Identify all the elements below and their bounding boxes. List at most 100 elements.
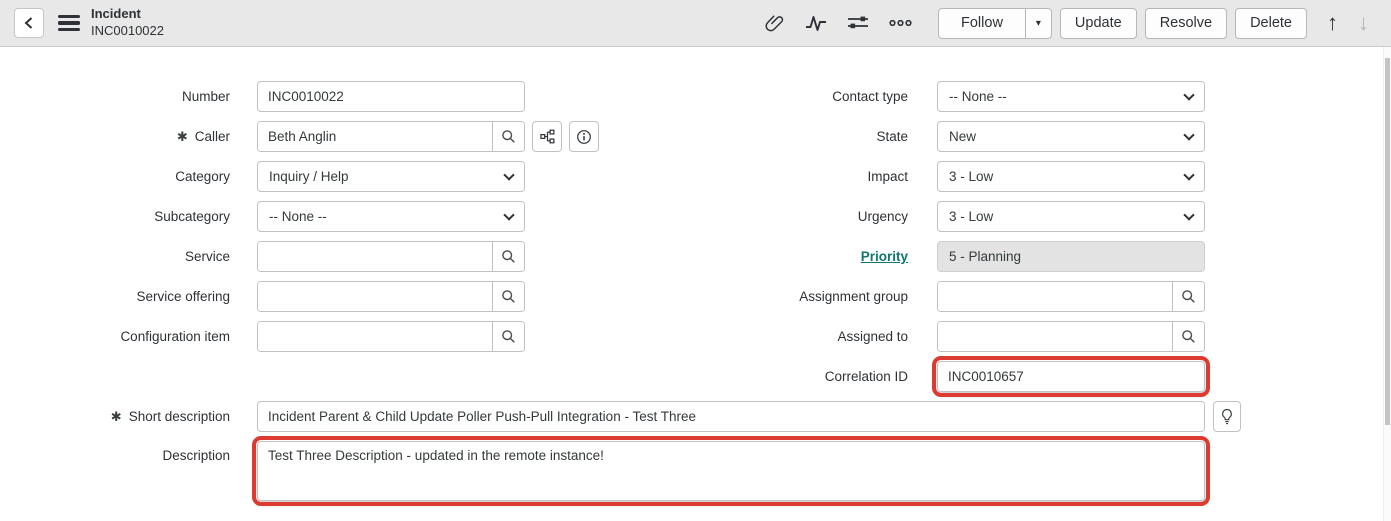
chevron-down-icon <box>503 209 514 220</box>
chevron-down-icon <box>1183 169 1194 180</box>
assigned-to-input[interactable] <box>938 322 1172 351</box>
priority-label-link[interactable]: Priority <box>861 249 908 264</box>
suggestion-button[interactable] <box>1213 401 1241 432</box>
service-offering-input[interactable] <box>258 282 492 311</box>
back-chevron-icon <box>23 16 35 30</box>
priority-readonly-field: 5 - Planning <box>937 241 1205 272</box>
record-title: Incident INC0010022 <box>91 6 164 40</box>
field-row-state: State New <box>680 121 1205 152</box>
info-icon <box>576 129 592 145</box>
service-offering-label: Service offering <box>0 289 230 304</box>
search-icon <box>501 329 516 344</box>
lightbulb-icon <box>1220 408 1234 426</box>
field-row-category: Category Inquiry / Help <box>0 161 612 192</box>
configuration-item-input[interactable] <box>258 322 492 351</box>
caller-input[interactable] <box>258 122 492 151</box>
state-label: State <box>680 129 908 144</box>
configuration-item-label: Configuration item <box>0 329 230 344</box>
hamburger-menu-icon[interactable] <box>58 15 80 32</box>
arrow-up-icon: ↑ <box>1327 10 1338 35</box>
previous-record-button[interactable]: ↑ <box>1317 12 1348 34</box>
assignment-group-input[interactable] <box>938 282 1172 311</box>
urgency-select[interactable]: 3 - Low <box>937 201 1205 232</box>
field-row-number: Number <box>0 81 612 112</box>
assignment-group-lookup-button[interactable] <box>1172 282 1204 311</box>
search-icon <box>501 249 516 264</box>
configuration-item-lookup-button[interactable] <box>492 322 524 351</box>
description-textarea-highlighted[interactable]: Test Three Description - updated in the … <box>257 441 1205 501</box>
short-description-input[interactable] <box>257 401 1205 432</box>
assignment-group-reference-field <box>937 281 1205 312</box>
field-row-correlation-id: Correlation ID <box>680 361 1205 392</box>
field-row-impact: Impact 3 - Low <box>680 161 1205 192</box>
field-row-assignment-group: Assignment group <box>680 281 1205 312</box>
configuration-item-reference-field <box>257 321 525 352</box>
correlation-id-input-highlighted[interactable] <box>937 361 1205 392</box>
required-icon: ✱ <box>111 409 122 425</box>
caret-down-icon: ▾ <box>1036 18 1041 29</box>
scrollbar-track[interactable] <box>1383 47 1391 521</box>
number-label: Number <box>0 89 230 104</box>
resolve-button[interactable]: Resolve <box>1145 8 1227 39</box>
follow-button[interactable]: Follow <box>939 9 1025 38</box>
org-chart-icon <box>540 129 555 144</box>
contact-type-label: Contact type <box>680 89 908 104</box>
incident-form-screen: Incident INC0010022 <box>0 0 1391 521</box>
chevron-down-icon <box>1183 209 1194 220</box>
chevron-down-icon <box>1183 89 1194 100</box>
caller-reference-field <box>257 121 525 152</box>
scrollbar-thumb[interactable] <box>1385 58 1390 425</box>
sliders-icon <box>846 13 870 33</box>
attachment-button[interactable] <box>755 12 795 34</box>
field-row-configuration-item: Configuration item <box>0 321 612 352</box>
search-icon <box>501 129 516 144</box>
field-row-description: Description Test Three Description - upd… <box>0 441 1391 501</box>
caller-label: ✱ Caller <box>0 129 230 145</box>
subcategory-select[interactable]: -- None -- <box>257 201 525 232</box>
service-offering-lookup-button[interactable] <box>492 282 524 311</box>
contact-type-select[interactable]: -- None -- <box>937 81 1205 112</box>
field-row-priority: Priority 5 - Planning <box>680 241 1205 272</box>
assigned-to-lookup-button[interactable] <box>1172 322 1204 351</box>
back-button[interactable] <box>14 8 44 38</box>
delete-button[interactable]: Delete <box>1235 8 1307 39</box>
number-input[interactable] <box>257 81 525 112</box>
update-button[interactable]: Update <box>1060 8 1137 39</box>
chevron-down-icon <box>1183 129 1194 140</box>
search-icon <box>1181 329 1196 344</box>
header-bar: Incident INC0010022 <box>0 0 1391 47</box>
service-lookup-button[interactable] <box>492 242 524 271</box>
field-row-assigned-to: Assigned to <box>680 321 1205 352</box>
caller-lookup-button[interactable] <box>492 122 524 151</box>
field-row-short-description: ✱ Short description <box>0 401 1391 432</box>
caller-org-chart-button[interactable] <box>532 121 562 152</box>
form-column-left: Number ✱ Caller <box>0 81 612 401</box>
urgency-label: Urgency <box>680 209 908 224</box>
short-description-label: ✱ Short description <box>0 409 230 425</box>
state-select[interactable]: New <box>937 121 1205 152</box>
field-row-service-offering: Service offering <box>0 281 612 312</box>
paperclip-icon <box>764 12 786 34</box>
impact-select[interactable]: 3 - Low <box>937 161 1205 192</box>
category-select[interactable]: Inquiry / Help <box>257 161 525 192</box>
record-number-label: INC0010022 <box>91 23 164 40</box>
next-record-button[interactable]: ↓ <box>1348 12 1379 34</box>
activity-stream-button[interactable] <box>795 13 837 33</box>
more-options-button[interactable] <box>879 18 922 28</box>
personalize-form-button[interactable] <box>837 13 879 33</box>
service-reference-field <box>257 241 525 272</box>
chevron-down-icon <box>503 169 514 180</box>
assignment-group-label: Assignment group <box>680 289 908 304</box>
assigned-to-label: Assigned to <box>680 329 908 344</box>
field-row-caller: ✱ Caller <box>0 121 612 152</box>
field-row-contact-type: Contact type -- None -- <box>680 81 1205 112</box>
follow-dropdown-button[interactable]: ▾ <box>1025 9 1051 38</box>
impact-label: Impact <box>680 169 908 184</box>
caller-preview-button[interactable] <box>569 121 599 152</box>
search-icon <box>1181 289 1196 304</box>
service-offering-reference-field <box>257 281 525 312</box>
follow-split-button: Follow ▾ <box>938 8 1052 39</box>
service-input[interactable] <box>258 242 492 271</box>
arrow-down-icon: ↓ <box>1358 10 1369 35</box>
field-row-urgency: Urgency 3 - Low <box>680 201 1205 232</box>
